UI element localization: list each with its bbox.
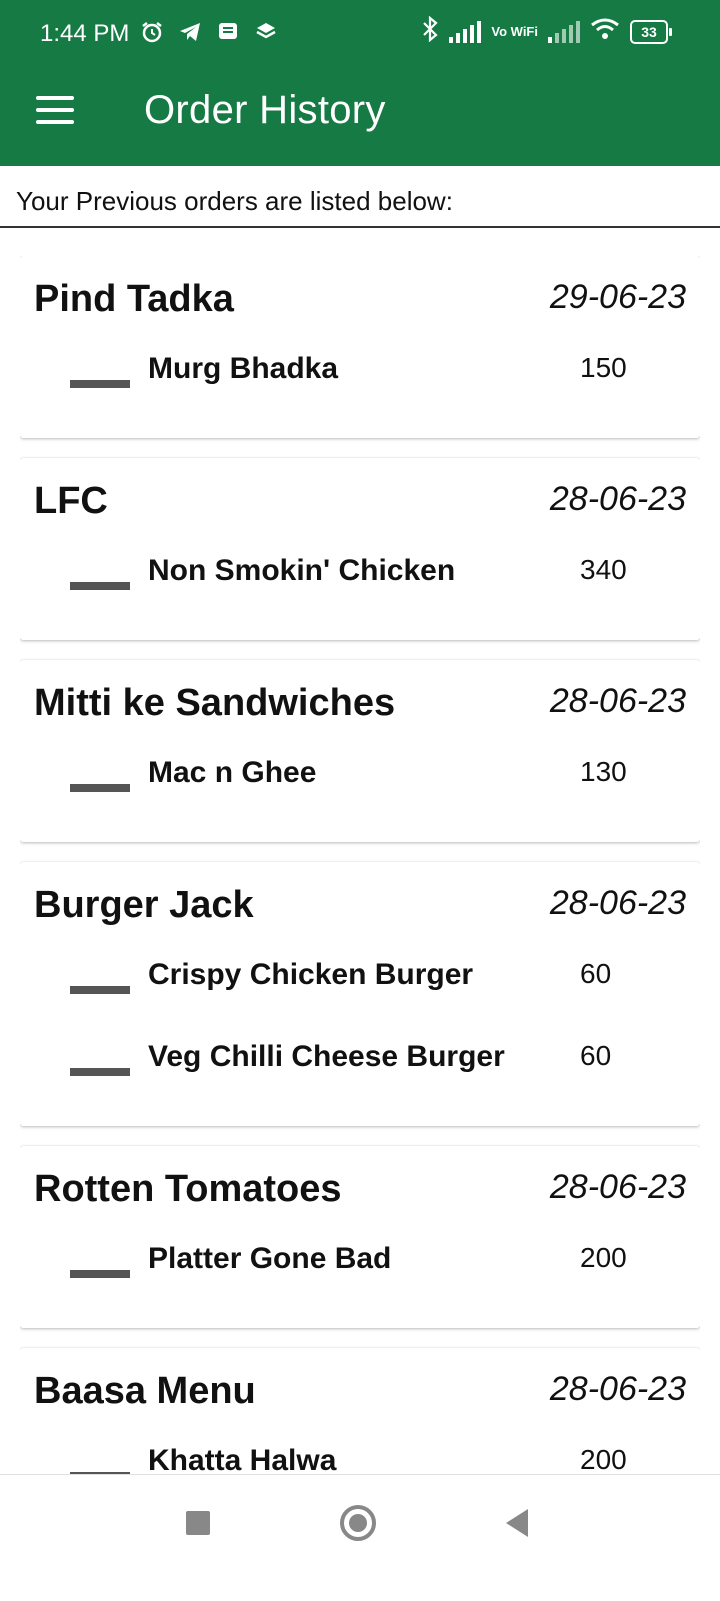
order-card-header: Mitti ke Sandwiches 28-06-23	[20, 660, 700, 750]
restaurant-name: Rotten Tomatoes	[34, 1168, 342, 1210]
order-card[interactable]: Burger Jack 28-06-23 Crispy Chicken Burger…	[20, 862, 700, 1126]
hamburger-menu-icon[interactable]	[36, 96, 76, 132]
order-card[interactable]: Pind Tadka 29-06-23 Murg Bhadka 150	[20, 256, 700, 438]
item-price: 60	[580, 958, 612, 989]
wifi-icon	[590, 17, 620, 46]
battery-icon: 33	[630, 19, 672, 44]
stack-icon	[254, 20, 278, 44]
order-item: Crispy Chicken Burger 60	[20, 952, 700, 1034]
recent-apps-icon[interactable]	[186, 1511, 210, 1535]
item-price: 60	[580, 1040, 612, 1071]
back-icon[interactable]	[506, 1509, 528, 1537]
item-name: Mac n Ghee	[148, 756, 317, 789]
telegram-icon	[178, 20, 202, 44]
restaurant-name: Burger Jack	[34, 884, 254, 926]
item-name: Crispy Chicken Burger	[148, 958, 474, 991]
item-name: Non Smokin' Chicken	[148, 554, 456, 587]
order-date: 28-06-23	[549, 682, 686, 720]
item-name: Veg Chilli Cheese Burger	[148, 1040, 505, 1073]
item-price: 200	[580, 1242, 627, 1273]
order-item: Mac n Ghee 130	[20, 750, 700, 832]
order-date: 28-06-23	[549, 1370, 686, 1408]
home-icon[interactable]	[340, 1505, 376, 1541]
restaurant-name: Mitti ke Sandwiches	[34, 682, 396, 724]
signal-icon	[449, 20, 482, 43]
order-card-header: Baasa Menu 28-06-23	[20, 1348, 700, 1438]
item-bullet-icon	[70, 1270, 130, 1278]
order-card-header: Pind Tadka 29-06-23	[20, 256, 700, 346]
order-item: Veg Chilli Cheese Burger 60	[20, 1034, 700, 1116]
order-item: Platter Gone Bad 200	[20, 1236, 700, 1318]
item-name: Platter Gone Bad	[148, 1242, 392, 1275]
divider	[0, 226, 720, 228]
order-card[interactable]: Mitti ke Sandwiches 28-06-23 Mac n Ghee 130	[20, 660, 700, 842]
item-bullet-icon	[70, 1068, 130, 1076]
item-name: Khatta Halwa	[148, 1444, 337, 1477]
orders-subtitle: Your Previous orders are listed below:	[16, 186, 453, 216]
status-bar: 1:44 PM Vo WiFi 33	[0, 0, 720, 66]
system-status-icons: Vo WiFi 33	[421, 15, 672, 47]
item-price: 340	[580, 554, 627, 585]
item-name: Murg Bhadka	[148, 352, 339, 385]
order-date: 28-06-23	[549, 480, 686, 518]
order-card[interactable]: Rotten Tomatoes 28-06-23 Platter Gone Bad 2…	[20, 1146, 700, 1328]
order-date: 28-06-23	[549, 1168, 686, 1206]
order-card-header: Rotten Tomatoes 28-06-23	[20, 1146, 700, 1236]
restaurant-name: Pind Tadka	[34, 278, 234, 320]
item-price: 200	[580, 1444, 627, 1475]
alarm-icon	[140, 20, 164, 44]
signal-icon-2	[548, 20, 580, 43]
order-card[interactable]: Baasa Menu 28-06-23 Khatta Halwa 200	[20, 1348, 700, 1486]
order-item: Murg Bhadka 150	[20, 346, 700, 428]
restaurant-name: Baasa Menu	[34, 1370, 256, 1412]
message-icon	[216, 20, 240, 44]
order-list[interactable]: Pind Tadka 29-06-23 Murg Bhadka 150 LFC 28-06…	[20, 256, 700, 1486]
bluetooth-icon	[421, 15, 439, 47]
restaurant-name: LFC	[34, 480, 108, 522]
system-nav-bar	[0, 1474, 720, 1601]
order-card-header: LFC 28-06-23	[20, 458, 700, 548]
order-card[interactable]: LFC 28-06-23 Non Smokin' Chicken 340	[20, 458, 700, 640]
order-card-header: Burger Jack 28-06-23	[20, 862, 700, 952]
item-price: 130	[580, 756, 627, 787]
item-price: 150	[580, 352, 627, 383]
item-bullet-icon	[70, 784, 130, 792]
order-date: 29-06-23	[549, 278, 686, 316]
item-bullet-icon	[70, 380, 130, 388]
item-bullet-icon	[70, 986, 130, 994]
status-time: 1:44 PM	[40, 20, 130, 47]
app-bar: Order History	[0, 66, 720, 166]
order-date: 28-06-23	[549, 884, 686, 922]
notification-icons	[140, 20, 278, 44]
vowifi-label: Vo WiFi	[491, 23, 538, 39]
item-bullet-icon	[70, 582, 130, 590]
order-item: Non Smokin' Chicken 340	[20, 548, 700, 630]
page-title: Order History	[144, 88, 386, 132]
